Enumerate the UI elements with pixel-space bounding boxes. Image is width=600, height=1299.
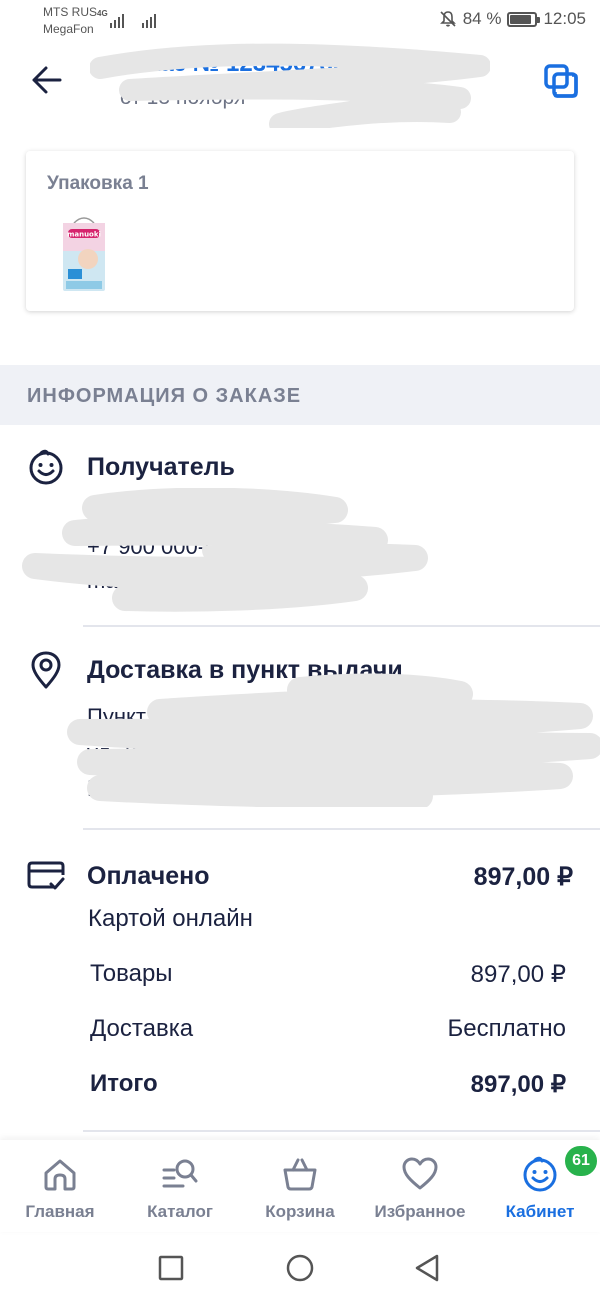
nav-home[interactable]: Главная [0,1154,120,1222]
notification-badge: 61 [563,1144,599,1178]
heart-icon [400,1154,440,1194]
payment-method: Картой онлайн [88,905,253,932]
divider [83,1130,600,1132]
card-check-icon [26,856,66,896]
mute-icon [439,11,456,27]
summary-row-goods: Товары 897,00 ₽ [90,960,566,989]
triangle-back-icon [415,1254,439,1282]
product-brand: manuoki [67,231,101,239]
carrier-name: MTS RUS [43,5,97,19]
carrier-name-secondary: MegaFon [43,22,94,36]
payment-amount: 897,00 ₽ [473,863,573,891]
summary-label: Товары [90,960,173,987]
nav-favorites[interactable]: Избранное [360,1154,480,1222]
nav-label: Кабинет [505,1202,575,1221]
square-icon [158,1255,184,1281]
copy-button[interactable] [542,62,580,100]
home-icon [40,1154,80,1194]
summary-row-total: Итого 897,00 ₽ [90,1070,566,1099]
nav-label: Каталог [147,1202,213,1221]
back-button[interactable] [28,62,64,98]
recent-apps-button[interactable] [154,1251,188,1285]
divider [83,625,600,627]
nav-label: Главная [25,1202,95,1221]
smiley-icon [520,1154,560,1194]
arrow-left-icon [32,66,62,94]
network-type: 4G [97,9,108,18]
system-navigation-bar [0,1235,600,1299]
summary-value: Бесплатно [447,1015,566,1042]
summary-label: Доставка [90,1015,194,1042]
clock: 12:05 [543,9,586,28]
smiley-icon [26,447,66,487]
summary-label: Итого [90,1070,158,1097]
copy-icon [544,64,578,98]
back-system-button[interactable] [410,1251,444,1285]
recipient-title: Получатель [87,453,235,481]
nav-cart[interactable]: Корзина [240,1154,360,1222]
nav-label: Избранное [374,1202,466,1221]
signal-icon [142,12,156,28]
battery-icon [507,11,541,27]
order-info-header: ИНФОРМАЦИЯ О ЗАКАЗЕ [0,365,600,425]
summary-value: 897,00 ₽ [470,1071,566,1098]
divider [83,828,600,830]
cart-icon [280,1154,320,1194]
redaction-scribble [67,673,600,807]
status-right: 84 % 12:05 [439,9,586,29]
payment-title: Оплачено [87,862,210,890]
product-thumbnail[interactable]: manuoki [60,215,108,293]
home-button[interactable] [283,1251,317,1285]
summary-value: 897,00 ₽ [470,961,566,988]
nav-catalog[interactable]: Каталог [120,1154,240,1222]
package-card[interactable]: Упаковка 1 manuoki [26,151,574,311]
circle-icon [286,1254,314,1282]
section-title: ИНФОРМАЦИЯ О ЗАКАЗЕ [27,385,302,407]
redaction-scribble [90,43,490,128]
nav-label: Корзина [265,1202,335,1221]
summary-row-delivery: Доставка Бесплатно [90,1015,566,1043]
catalog-search-icon [160,1154,200,1194]
signal-icon [110,12,124,28]
bottom-navigation: Главная Каталог Корзина Избранное Кабине… [0,1140,600,1232]
battery-percent: 84 % [462,9,502,28]
redaction-scribble [22,488,428,612]
package-title: Упаковка 1 [47,173,149,194]
